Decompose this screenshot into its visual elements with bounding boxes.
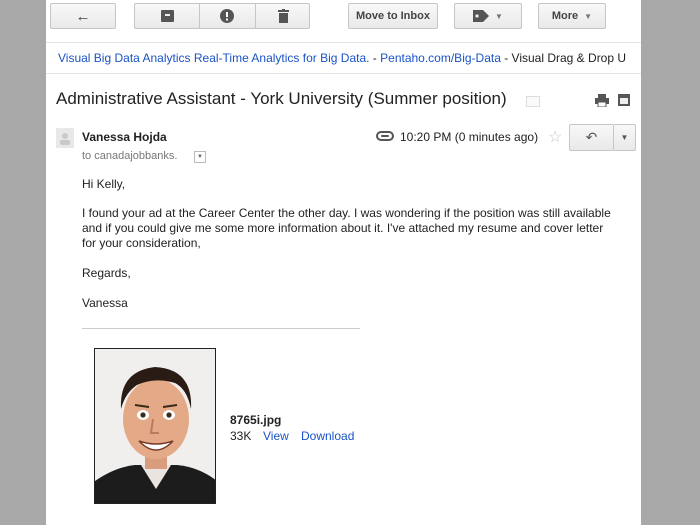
body-line-3: for your consideration, [82, 236, 201, 250]
reply-icon: ↶ [585, 129, 598, 145]
closing: Regards, [82, 266, 131, 280]
body-line-1: I found your ad at the Career Center the… [82, 206, 611, 220]
new-window-icon[interactable] [618, 94, 630, 106]
action-button-group [134, 3, 310, 29]
ad-domain[interactable]: Pentaho.com/Big-Data [380, 51, 501, 65]
move-to-inbox-button[interactable]: Move to Inbox [348, 3, 438, 29]
trash-icon [277, 9, 289, 23]
star-icon[interactable]: ☆ [548, 127, 562, 147]
details-toggle[interactable]: ▼ [194, 151, 206, 163]
download-attachment-link[interactable]: Download [301, 429, 354, 443]
message-more-button[interactable]: ▼ [614, 124, 636, 151]
body-line-2: and if you could give me some more infor… [82, 221, 604, 235]
labels-button[interactable]: ▼ [454, 3, 522, 29]
archive-button[interactable] [135, 4, 199, 28]
mail-window: ← Move to Inbox ▼ More ▼ Visual Big Data… [46, 0, 641, 525]
ad-title[interactable]: Visual Big Data Analytics Real-Time Anal… [58, 51, 369, 65]
avatar-icon [56, 128, 74, 148]
recipient-line: to canadajobbanks. [82, 150, 178, 162]
more-button[interactable]: More ▼ [538, 3, 606, 29]
attachment-thumbnail[interactable] [94, 348, 216, 504]
attachment-divider [82, 328, 360, 329]
attachment-filename: 8765i.jpg [230, 413, 282, 427]
print-icon[interactable] [595, 94, 609, 107]
back-button[interactable]: ← [50, 3, 116, 29]
signature: Vanessa [82, 296, 128, 310]
back-arrow-icon: ← [75, 7, 91, 25]
more-label: More [551, 10, 579, 22]
spam-icon [220, 9, 234, 23]
reply-button[interactable]: ↶ [569, 124, 614, 151]
ad-tail: - Visual Drag & Drop U [500, 51, 627, 65]
view-attachment-link[interactable]: View [263, 429, 289, 443]
chevron-down-icon: ▼ [584, 11, 593, 21]
move-to-inbox-label: Move to Inbox [356, 10, 430, 22]
email-subject: Administrative Assistant - York Universi… [56, 89, 507, 108]
paperclip-icon [376, 129, 394, 145]
archive-icon [160, 10, 174, 22]
important-tag-icon[interactable] [526, 96, 540, 107]
chevron-down-icon: ▼ [495, 11, 503, 21]
attachment-size: 33K [230, 429, 252, 443]
timestamp: 10:20 PM (0 minutes ago) [400, 130, 539, 144]
greeting: Hi Kelly, [82, 177, 126, 191]
chevron-down-icon: ▼ [620, 133, 629, 142]
ad-separator: - [369, 51, 381, 65]
sponsored-ad-bar[interactable]: Visual Big Data Analytics Real-Time Anal… [46, 42, 641, 74]
label-icon [473, 10, 490, 22]
report-spam-button[interactable] [199, 4, 255, 28]
delete-button[interactable] [255, 4, 311, 28]
sender-name[interactable]: Vanessa Hojda [82, 130, 167, 144]
